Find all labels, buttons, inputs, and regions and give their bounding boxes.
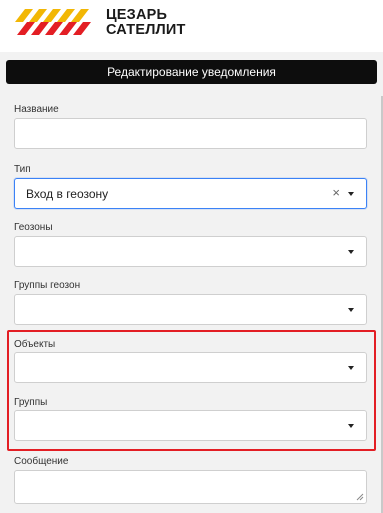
- chevron-down-icon[interactable]: [348, 308, 354, 312]
- geozones-select[interactable]: [14, 236, 367, 267]
- message-label: Сообщение: [14, 456, 69, 467]
- app-header: ЦЕЗАРЬ САТЕЛЛИТ: [0, 0, 383, 52]
- chevron-down-icon[interactable]: [348, 250, 354, 254]
- geozone-groups-select[interactable]: [14, 294, 367, 325]
- type-value: Вход в геозону: [26, 187, 109, 201]
- objects-label: Объекты: [14, 339, 56, 350]
- resize-handle-icon[interactable]: [356, 493, 364, 501]
- groups-label: Группы: [14, 397, 48, 408]
- clear-icon[interactable]: ×: [332, 185, 340, 200]
- brand-line2: САТЕЛЛИТ: [106, 22, 186, 38]
- form-panel[interactable]: Название Тип Вход в геозону × Геозоны Гр…: [0, 96, 381, 513]
- logo-stripes-icon: [15, 9, 91, 35]
- dialog-title: Редактирование уведомления: [6, 60, 377, 84]
- name-label: Название: [14, 104, 59, 115]
- name-input[interactable]: [14, 118, 367, 149]
- geozone-groups-label: Группы геозон: [14, 280, 81, 291]
- geozones-label: Геозоны: [14, 222, 53, 233]
- brand-line1: ЦЕЗАРЬ: [106, 7, 168, 23]
- type-select[interactable]: Вход в геозону ×: [14, 178, 367, 209]
- brand-name: ЦЕЗАРЬ САТЕЛЛИТ: [106, 8, 186, 38]
- chevron-down-icon[interactable]: [348, 424, 354, 428]
- groups-select[interactable]: [14, 410, 367, 441]
- chevron-down-icon[interactable]: [348, 366, 354, 370]
- message-textarea[interactable]: [14, 470, 367, 504]
- objects-select[interactable]: [14, 352, 367, 383]
- type-label: Тип: [14, 164, 31, 175]
- chevron-down-icon[interactable]: [348, 192, 354, 196]
